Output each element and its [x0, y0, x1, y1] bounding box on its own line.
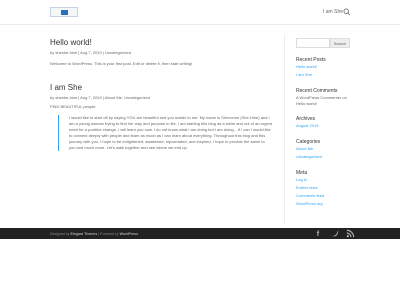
post-title[interactable]: Hello world!: [50, 38, 276, 47]
twitter-icon[interactable]: [330, 229, 339, 238]
recent-comments-heading: Recent Comments: [296, 88, 338, 94]
meta-link[interactable]: Entries feed: [296, 184, 350, 192]
post-excerpt: Welcome to WordPress. This is your first…: [50, 61, 193, 66]
post-meta: by sheshe-hine | Aug 7, 2019 | Uncategor…: [50, 50, 131, 55]
wordpress-link[interactable]: WordPress: [120, 232, 138, 236]
category-link[interactable]: About Me: [296, 145, 350, 153]
sidebar-divider: [284, 34, 285, 224]
site-header: I am She: [0, 0, 400, 24]
theme-author-link[interactable]: Elegant Themes: [70, 232, 97, 236]
archive-link[interactable]: August 2019: [296, 122, 350, 130]
powered-by-label: | Powered by: [98, 232, 119, 236]
search-button[interactable]: Search: [330, 38, 350, 48]
post-blockquote: I would like to start off by saying YOU …: [58, 115, 272, 151]
social-icons: f: [314, 229, 355, 238]
search-input[interactable]: [296, 38, 330, 48]
recent-post-link[interactable]: Hello world!: [296, 63, 350, 71]
post-i-am-she: I am She by sheshe-hine | Aug 7, 2019 | …: [50, 83, 276, 151]
footer-credit: Designed by Elegant Themes | Powered by …: [50, 232, 138, 236]
recent-comment[interactable]: A WordPress Commenter on Hello world!: [296, 95, 350, 107]
category-link[interactable]: Uncategorized: [296, 153, 350, 161]
meta-link[interactable]: Comments feed: [296, 192, 350, 200]
sidebar-search: Search: [296, 38, 350, 48]
recent-post-link[interactable]: I am She: [296, 71, 350, 79]
meta-link[interactable]: Log in: [296, 176, 350, 184]
quote-text: I would like to start off by saying YOU …: [69, 115, 273, 150]
post-title[interactable]: I am She: [50, 83, 276, 92]
facebook-icon[interactable]: f: [314, 229, 323, 238]
rss-icon[interactable]: [346, 229, 355, 238]
site-logo[interactable]: [50, 7, 78, 17]
logo-mark-icon: [61, 10, 68, 15]
designed-by-label: Designed by: [50, 232, 70, 236]
svg-text:f: f: [317, 229, 320, 238]
post-hello-world: Hello world! by sheshe-hine | Aug 7, 201…: [50, 38, 276, 67]
meta-link[interactable]: WordPress.org: [296, 200, 350, 208]
nav-link-i-am-she[interactable]: I am She: [323, 9, 343, 15]
sidebar: Search Recent Posts Hello world! I am Sh…: [296, 38, 350, 208]
post-subheading: FIND BEAUTIFUL people: [50, 104, 96, 109]
search-icon[interactable]: [343, 8, 351, 16]
post-meta: by sheshe-hine | Aug 7, 2019 | About Me,…: [50, 95, 150, 100]
